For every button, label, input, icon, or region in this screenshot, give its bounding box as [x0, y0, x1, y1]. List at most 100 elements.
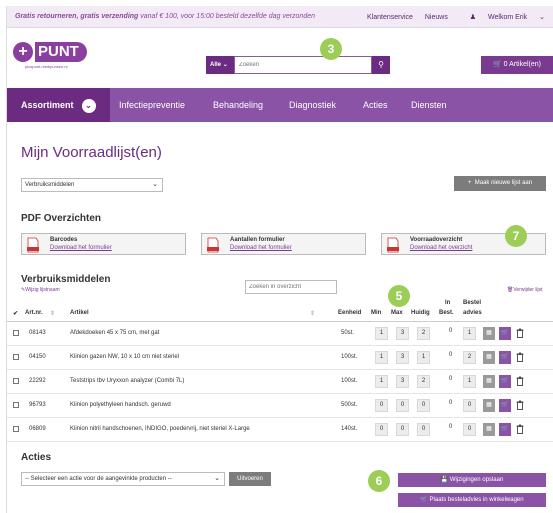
barcode-icon[interactable]: ▦: [483, 351, 495, 364]
new-list-button[interactable]: + Maak nieuwe lijst aan: [454, 176, 546, 191]
cart-icon: 🛒: [420, 497, 428, 503]
trash-icon[interactable]: [516, 352, 524, 362]
list-select[interactable]: Verbruiksmiddelen ⌄: [21, 178, 163, 192]
cart-icon[interactable]: 🛒: [499, 399, 511, 412]
table-row: 08143 Afdekdoeken 45 x 75 cm, met gat 50…: [7, 322, 553, 346]
nav-behandeling[interactable]: Behandeling: [213, 88, 263, 122]
action-select[interactable]: -- Selecteer een actie voor de aangevink…: [21, 472, 225, 486]
row-artikel: Afdekdoeken 45 x 75 cm, met gat: [70, 330, 160, 336]
row-in-best: 0: [449, 424, 453, 430]
min-input[interactable]: 1: [375, 327, 388, 340]
min-input[interactable]: 1: [375, 351, 388, 364]
search-category-select[interactable]: Alle ⌄: [206, 56, 234, 74]
col-artnr[interactable]: Art.nr.: [25, 310, 43, 316]
cart-icon[interactable]: 🛒: [499, 375, 511, 388]
table-row: 96793 Klinion polyethyleen handsch. geru…: [7, 394, 553, 418]
max-input[interactable]: 3: [396, 351, 409, 364]
nav-acties[interactable]: Acties: [363, 88, 388, 122]
trash-icon[interactable]: [516, 424, 524, 434]
pdf-download-link[interactable]: Download het overzicht: [410, 245, 472, 251]
trash-icon[interactable]: [516, 328, 524, 338]
huidig-input[interactable]: 0: [417, 423, 430, 436]
advies-input[interactable]: 0: [463, 423, 476, 436]
row-checkbox[interactable]: [13, 354, 19, 360]
edit-list-name-link[interactable]: ✎Wijzig lijstnaam: [21, 287, 60, 293]
huidig-input[interactable]: 2: [417, 327, 430, 340]
row-eenheid: 100st.: [341, 378, 358, 384]
pdf-icon: [207, 237, 219, 253]
execute-button[interactable]: Uitvoeren: [229, 472, 271, 486]
max-input[interactable]: 3: [396, 375, 409, 388]
table-row: 22292 Teststrips tbv Uryxxon analyzer (C…: [7, 370, 553, 394]
cart-label: 0 Artikel(en): [503, 61, 542, 68]
row-eenheid: 500st.: [341, 402, 358, 408]
barcode-icon[interactable]: ▦: [483, 327, 495, 340]
advies-input[interactable]: 1: [463, 327, 476, 340]
place-order-button[interactable]: 🛒 Plaats besteladvies in winkelwagen: [398, 493, 546, 507]
klantenservice-link[interactable]: Klantenservice: [367, 14, 413, 21]
logo[interactable]: + PUNT pluspunt-medipunsen.nl: [13, 42, 103, 72]
action-select-value: -- Selecteer een actie voor de aangevink…: [25, 476, 172, 482]
page-frame: Gratis retourneren, gratis verzending va…: [6, 6, 553, 513]
cart-button[interactable]: 🛒 0 Artikel(en): [481, 56, 553, 74]
trash-icon[interactable]: [516, 376, 524, 386]
search-button[interactable]: ⚲: [372, 56, 390, 74]
cart-icon[interactable]: 🛒: [499, 327, 511, 340]
place-order-label: Plaats besteladvies in winkelwagen: [429, 497, 524, 503]
advies-input[interactable]: 1: [463, 375, 476, 388]
barcode-icon[interactable]: ▦: [483, 399, 495, 412]
account-menu[interactable]: ♟ Welkom Erik ⌄: [460, 14, 545, 21]
list-search-input[interactable]: [245, 280, 337, 294]
save-icon: 💾: [440, 477, 449, 483]
row-artnr: 04150: [29, 354, 46, 360]
chevron-down-icon: ⌄: [222, 62, 228, 68]
pdf-download-link[interactable]: Download het formulier: [50, 245, 112, 251]
sort-icon: ⇕: [50, 311, 56, 317]
row-eenheid: 50st.: [341, 330, 355, 336]
chevron-down-icon: ⌄: [152, 181, 158, 188]
barcode-icon[interactable]: ▦: [483, 423, 495, 436]
nav-infectiepreventie[interactable]: Infectiepreventie: [119, 88, 185, 122]
cart-icon[interactable]: 🛒: [499, 423, 511, 436]
min-input[interactable]: 0: [375, 423, 388, 436]
select-all-check-icon[interactable]: ✔: [13, 310, 18, 317]
barcode-icon[interactable]: ▦: [483, 375, 495, 388]
pdf-aantallen: Aantallen formulier Download het formuli…: [201, 233, 366, 255]
nav-diensten[interactable]: Diensten: [411, 88, 447, 122]
row-checkbox[interactable]: [13, 378, 19, 384]
search-input[interactable]: [234, 56, 372, 74]
huidig-input[interactable]: 0: [417, 399, 430, 412]
pdf-download-link[interactable]: Download het formulier: [230, 245, 292, 251]
col-eenheid[interactable]: Eenheid: [338, 310, 361, 316]
main-nav: Assortiment ⌄ Infectiepreventie Behandeli…: [7, 88, 553, 122]
advies-input[interactable]: 0: [463, 399, 476, 412]
min-input[interactable]: 0: [375, 399, 388, 412]
row-checkbox[interactable]: [13, 426, 19, 432]
advies-input[interactable]: 2: [463, 351, 476, 364]
promo-rest: vanaf € 100, voor 15:00 besteld dezelfde…: [140, 13, 316, 20]
col-artikel[interactable]: Artikel: [70, 310, 89, 316]
step-marker-3: 3: [320, 38, 342, 60]
nav-assortiment[interactable]: Assortiment ⌄: [7, 88, 110, 122]
max-input[interactable]: 0: [396, 399, 409, 412]
pdf-title: Voorraadoverzicht: [410, 237, 463, 243]
trash-icon[interactable]: [516, 400, 524, 410]
max-input[interactable]: 3: [396, 327, 409, 340]
nieuws-link[interactable]: Nieuws: [425, 14, 448, 21]
huidig-input[interactable]: 1: [417, 351, 430, 364]
chevron-down-icon: ⌄: [81, 98, 96, 113]
delete-list-link[interactable]: 🗑Verwijder lijst: [507, 287, 543, 293]
account-label: Welkom Erik: [488, 14, 528, 21]
search-category-label: Alle: [210, 62, 222, 68]
row-in-best: 0: [449, 352, 453, 358]
max-input[interactable]: 0: [396, 423, 409, 436]
search-bar: Alle ⌄ ⚲: [206, 56, 390, 74]
row-checkbox[interactable]: [13, 402, 19, 408]
page-title: Mijn Voorraadlijst(en): [21, 144, 162, 161]
nav-diagnostiek[interactable]: Diagnostiek: [289, 88, 336, 122]
row-checkbox[interactable]: [13, 330, 19, 336]
min-input[interactable]: 1: [375, 375, 388, 388]
save-changes-button[interactable]: 💾 Wijzigingen opslaan: [398, 473, 546, 487]
huidig-input[interactable]: 2: [417, 375, 430, 388]
cart-icon[interactable]: 🛒: [499, 351, 511, 364]
